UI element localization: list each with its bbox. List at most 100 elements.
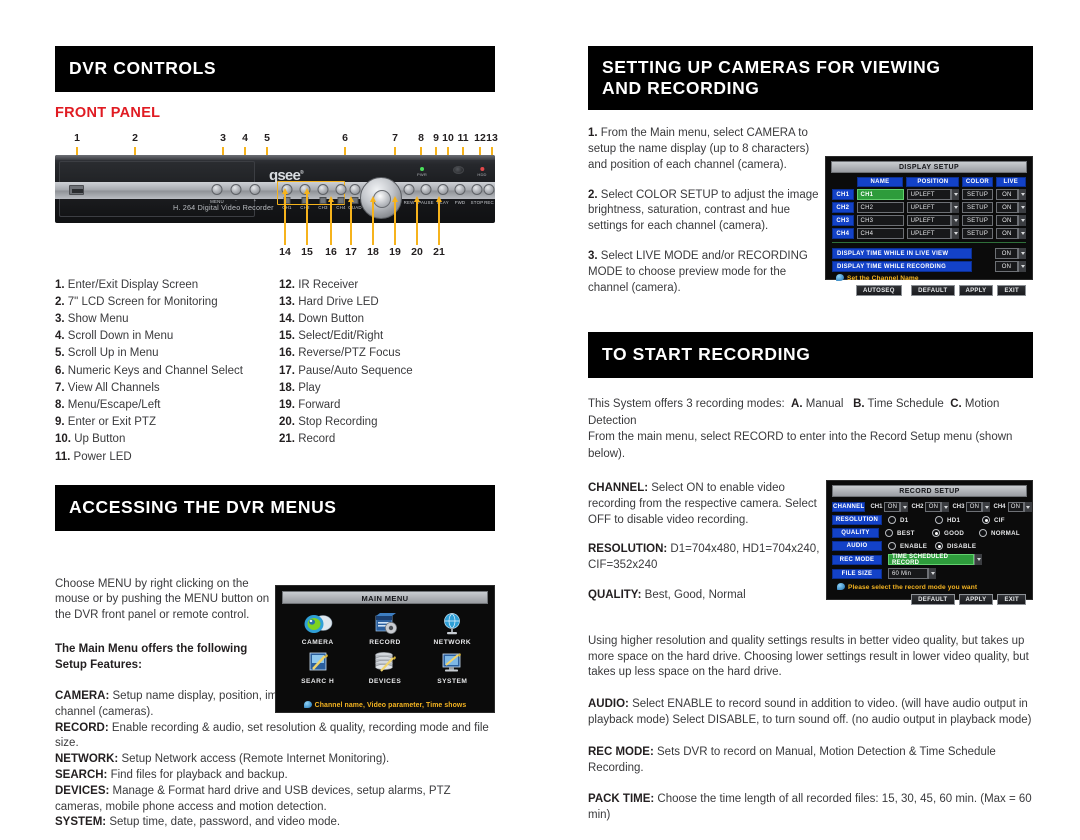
position-dropdown-CH3[interactable]: UPLEFT [906, 215, 960, 227]
record-default-button[interactable]: DEFAULT [911, 594, 955, 606]
camera-setup-step: 1. From the Main menu, select CAMERA to … [588, 126, 820, 173]
position-dropdown-CH1[interactable]: UPLEFT [906, 189, 960, 201]
display-option-chevron-down-icon[interactable] [1018, 248, 1026, 260]
setting-cameras-line2: AND RECORDING [602, 77, 760, 98]
radio-option-best[interactable]: BEST [885, 529, 932, 538]
record-channel-chevron-down-icon-CH1[interactable] [900, 502, 909, 513]
live-dropdown-CH2[interactable]: ON [995, 202, 1026, 214]
record-channel-CH2[interactable]: CH2 ON [911, 502, 950, 513]
stop-button[interactable] [471, 183, 483, 195]
menu-button[interactable] [211, 183, 223, 195]
display-option-dropdown[interactable]: ON [995, 261, 1026, 273]
main-menu-item-search[interactable]: SEARC H [284, 650, 351, 685]
control-legend-item: 19. Forward [279, 397, 495, 414]
channel-name-input-CH4[interactable]: CH4 [856, 228, 904, 240]
record-exit-button[interactable]: EXIT [997, 594, 1026, 606]
step-text: Select COLOR SETUP to adjust the image b… [588, 188, 819, 233]
play-button[interactable] [437, 183, 449, 195]
record-channel-chevron-down-icon-CH2[interactable] [941, 502, 950, 513]
position-chevron-down-icon-CH2[interactable] [951, 202, 960, 214]
accessing-paragraph: Choose MENU by right clicking on the mou… [55, 577, 270, 621]
display-option-row: DISPLAY TIME WHILE IN LIVE VIEW ON [832, 248, 1026, 260]
file-size-dropdown[interactable]: 60 Min [888, 568, 936, 580]
radio-button-enable[interactable] [888, 542, 896, 551]
file-size-chevron-down-icon[interactable] [928, 568, 936, 580]
radio-option-cif[interactable]: CIF [982, 516, 1022, 525]
channel-4-button[interactable] [335, 183, 347, 195]
live-chevron-down-icon-CH2[interactable] [1018, 202, 1026, 214]
radio-button-hd1[interactable] [935, 516, 943, 525]
legend-number: 13. [279, 295, 295, 308]
color-setup-button-CH4[interactable]: SETUP [962, 228, 993, 240]
display-default-button[interactable]: DEFAULT [911, 285, 955, 297]
channel-name-input-CH2[interactable]: CH2 [856, 202, 904, 214]
live-dropdown-CH3[interactable]: ON [995, 215, 1026, 227]
feature-text: Manage & Format hard drive and USB devic… [55, 784, 451, 813]
rec-button[interactable] [483, 183, 495, 195]
radio-option-enable[interactable]: ENABLE [888, 542, 935, 551]
display-setup-dialog: DISPLAY SETUP NAME POSITION COLOR LIVE C… [825, 156, 1033, 297]
position-chevron-down-icon-CH1[interactable] [951, 189, 960, 201]
record-channel-chevron-down-icon-CH4[interactable] [1023, 502, 1032, 513]
live-dropdown-CH4[interactable]: ON [995, 228, 1026, 240]
radio-button-normal[interactable] [979, 529, 987, 538]
radio-button-cif[interactable] [982, 516, 990, 525]
main-menu-item-record[interactable]: RECORD [351, 611, 418, 646]
channel-3-button[interactable] [317, 183, 329, 195]
record-channel-CH4[interactable]: CH4 ON [993, 502, 1032, 513]
radio-option-normal[interactable]: NORMAL [979, 529, 1027, 538]
rew-button-label: REW [403, 199, 415, 205]
radio-option-good[interactable]: GOOD [932, 529, 979, 538]
record-channel-CH1[interactable]: CH1 ON [870, 502, 909, 513]
record-detail-paragraph: AUDIO: Select ENABLE to record sound in … [588, 697, 1033, 729]
feature-label: NETWORK: [55, 753, 119, 766]
live-chevron-down-icon-CH3[interactable] [1018, 215, 1026, 227]
main-menu-item-camera[interactable]: CAMERA [284, 611, 351, 646]
main-menu-item-devices[interactable]: DEVICES [351, 650, 418, 685]
radio-label-good: GOOD [944, 529, 965, 537]
rew-button[interactable] [403, 183, 415, 195]
rec-mode-dropdown[interactable]: TIME SCHEDULED RECORD [888, 554, 982, 566]
color-setup-button-CH2[interactable]: SETUP [962, 202, 993, 214]
camera-icon [303, 611, 333, 637]
radio-button-d1[interactable] [888, 516, 896, 525]
radio-option-d1[interactable]: D1 [888, 516, 935, 525]
radio-option-disable[interactable]: DISABLE [935, 542, 987, 551]
position-chevron-down-icon-CH4[interactable] [951, 228, 960, 240]
fwd-button[interactable] [454, 183, 466, 195]
position-dropdown-CH2[interactable]: UPLEFT [906, 202, 960, 214]
pause-button[interactable] [420, 183, 432, 195]
radio-option-hd1[interactable]: HD1 [935, 516, 982, 525]
radio-button-disable[interactable] [935, 542, 943, 551]
rec-mode-chevron-down-icon[interactable] [974, 554, 982, 566]
radio-button-best[interactable] [885, 529, 893, 538]
live-dropdown-CH1[interactable]: ON [995, 189, 1026, 201]
callout-arrow-21 [438, 200, 440, 245]
display-exit-button[interactable]: EXIT [997, 285, 1026, 297]
minus-button[interactable] [230, 183, 242, 195]
record-channel-CH3[interactable]: CH3 ON [952, 502, 991, 513]
radio-button-good[interactable] [932, 529, 940, 538]
position-dropdown-CH4[interactable]: UPLEFT [906, 228, 960, 240]
callout-arrow-16 [330, 200, 332, 245]
position-chevron-down-icon-CH3[interactable] [951, 215, 960, 227]
display-apply-button[interactable]: APPLY [958, 285, 994, 297]
color-setup-button-CH1[interactable]: SETUP [962, 189, 993, 201]
feature-text: Setup Network access (Remote Internet Mo… [118, 753, 390, 766]
display-option-chevron-down-icon[interactable] [1018, 261, 1026, 273]
record-channel-chevron-down-icon-CH3[interactable] [982, 502, 991, 513]
main-menu-item-system[interactable]: SYSTEM [419, 650, 486, 685]
color-setup-button-CH3[interactable]: SETUP [962, 215, 993, 227]
live-chevron-down-icon-CH4[interactable] [1018, 228, 1026, 240]
main-menu-grid: CAMERA RECORD NETWORK SEARC H DEVICES SY… [276, 604, 494, 685]
display-option-dropdown[interactable]: ON [995, 248, 1026, 260]
quad-view-button[interactable] [349, 183, 361, 195]
callout-arrow-19 [394, 200, 396, 245]
channel-name-input-CH1[interactable]: CH1 [856, 189, 904, 201]
plus-button[interactable] [249, 183, 261, 195]
live-chevron-down-icon-CH1[interactable] [1018, 189, 1026, 201]
record-apply-button[interactable]: APPLY [958, 594, 994, 606]
channel-name-input-CH3[interactable]: CH3 [856, 215, 904, 227]
main-menu-item-network[interactable]: NETWORK [419, 611, 486, 646]
autoseq-button[interactable]: AUTOSEQ [856, 285, 902, 297]
